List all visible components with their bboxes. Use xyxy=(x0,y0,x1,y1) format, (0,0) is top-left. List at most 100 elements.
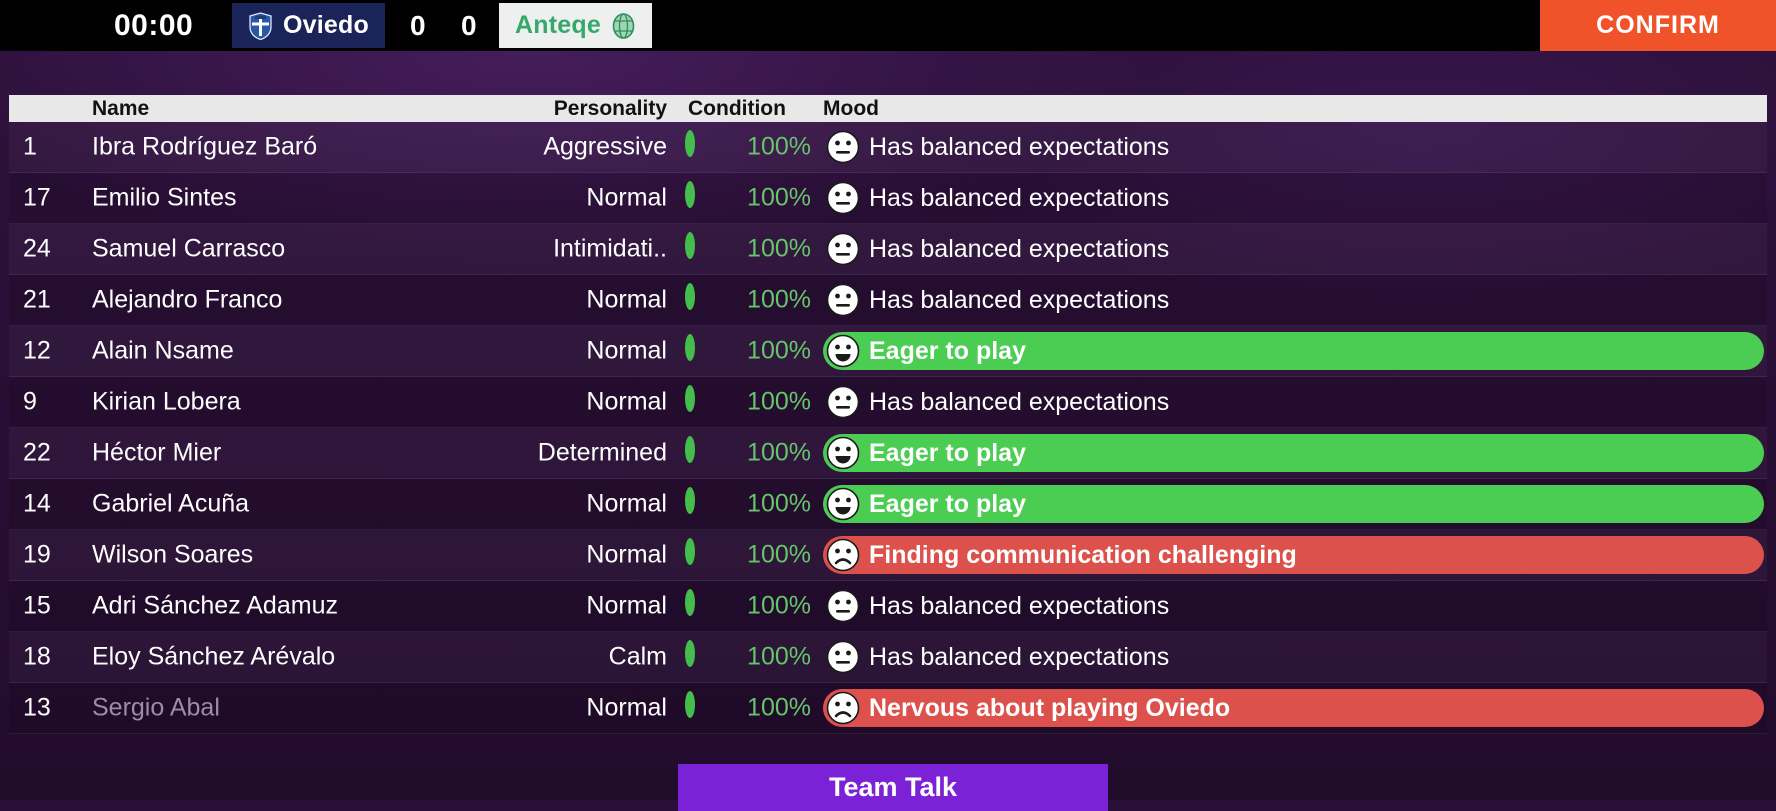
green-ring-icon xyxy=(685,691,709,720)
player-squad-number: 22 xyxy=(23,438,51,467)
player-condition: 100% xyxy=(747,438,811,467)
player-condition: 100% xyxy=(747,234,811,263)
player-name[interactable]: Alejandro Franco xyxy=(92,286,282,315)
player-name[interactable]: Héctor Mier xyxy=(92,439,221,468)
player-mood-label: Has balanced expectations xyxy=(869,387,1170,416)
match-clock: 00:00 xyxy=(114,8,194,42)
player-name[interactable]: Emilio Sintes xyxy=(92,184,237,213)
confirm-button[interactable]: CONFIRM xyxy=(1540,0,1776,51)
player-mood-pill[interactable]: Eager to play xyxy=(823,434,1764,472)
happy-face-icon xyxy=(826,436,860,470)
main-stage: Name Personality Condition Mood 1 Ibra Ro… xyxy=(0,51,1776,811)
table-row[interactable]: 15 Adri Sánchez Adamuz Normal 100% Has balan… xyxy=(9,581,1767,632)
player-condition: 100% xyxy=(747,489,811,518)
away-team-name: Anteqe xyxy=(515,11,601,39)
player-name[interactable]: Eloy Sánchez Arévalo xyxy=(92,643,335,672)
table-row[interactable]: 14 Gabriel Acuña Normal 100% Eager to play xyxy=(9,479,1767,530)
table-row[interactable]: 13 Sergio Abal Normal 100% Nervous about pla… xyxy=(9,683,1767,734)
squad-mood-table: Name Personality Condition Mood 1 Ibra Ro… xyxy=(9,95,1767,734)
player-squad-number: 24 xyxy=(23,234,51,263)
player-personality: Normal xyxy=(586,183,667,212)
green-ring-icon xyxy=(685,130,709,159)
happy-face-icon xyxy=(826,487,860,521)
table-body: 1 Ibra Rodríguez Baró Aggressive 100% Has ba… xyxy=(9,122,1767,734)
table-row[interactable]: 12 Alain Nsame Normal 100% Eager to play xyxy=(9,326,1767,377)
neutral-face-icon xyxy=(826,181,860,215)
green-ring-icon xyxy=(685,181,709,210)
player-name[interactable]: Adri Sánchez Adamuz xyxy=(92,592,338,621)
player-condition: 100% xyxy=(747,642,811,671)
oviedo-shield-badge-icon xyxy=(248,11,273,40)
player-mood-label: Has balanced expectations xyxy=(869,642,1170,671)
green-ring-icon xyxy=(685,436,709,465)
player-mood-pill[interactable]: Eager to play xyxy=(823,332,1764,370)
table-row[interactable]: 21 Alejandro Franco Normal 100% Has balanced… xyxy=(9,275,1767,326)
player-name[interactable]: Alain Nsame xyxy=(92,337,234,366)
neutral-face-icon xyxy=(826,232,860,266)
player-personality: Aggressive xyxy=(543,132,667,161)
table-row[interactable]: 18 Eloy Sánchez Arévalo Calm 100% Has balanc… xyxy=(9,632,1767,683)
player-name[interactable]: Ibra Rodríguez Baró xyxy=(92,133,317,162)
player-mood-label: Has balanced expectations xyxy=(869,591,1170,620)
player-mood-pill[interactable]: Has balanced expectations xyxy=(823,587,1187,625)
team-talk-button[interactable]: Team Talk xyxy=(678,764,1108,811)
player-condition: 100% xyxy=(747,693,811,722)
player-mood-label: Has balanced expectations xyxy=(869,285,1170,314)
green-ring-icon xyxy=(685,589,709,618)
player-squad-number: 14 xyxy=(23,489,51,518)
player-mood-label: Has balanced expectations xyxy=(869,183,1170,212)
player-personality: Normal xyxy=(586,693,667,722)
player-mood-pill[interactable]: Has balanced expectations xyxy=(823,230,1187,268)
neutral-face-icon xyxy=(826,283,860,317)
player-name[interactable]: Samuel Carrasco xyxy=(92,235,285,264)
green-ring-icon xyxy=(685,385,709,414)
player-personality: Normal xyxy=(586,387,667,416)
player-mood-pill[interactable]: Eager to play xyxy=(823,485,1764,523)
player-personality: Intimidati.. xyxy=(553,234,667,263)
green-ring-icon xyxy=(685,487,709,516)
player-mood-pill[interactable]: Has balanced expectations xyxy=(823,383,1187,421)
column-header-name: Name xyxy=(92,96,150,120)
player-condition: 100% xyxy=(747,591,811,620)
sad-face-icon xyxy=(826,538,860,572)
player-name[interactable]: Wilson Soares xyxy=(92,541,253,570)
player-squad-number: 21 xyxy=(23,285,51,314)
green-ring-icon xyxy=(685,334,709,363)
away-team-chip[interactable]: Anteqe xyxy=(499,3,652,48)
player-squad-number: 12 xyxy=(23,336,51,365)
column-header-personality: Personality xyxy=(553,96,667,120)
player-mood-label: Has balanced expectations xyxy=(869,132,1170,161)
player-name[interactable]: Sergio Abal xyxy=(92,694,220,723)
scoreboard-left: 00:00 Oviedo 0 0 Anteqe xyxy=(0,0,1540,51)
player-squad-number: 19 xyxy=(23,540,51,569)
player-name[interactable]: Gabriel Acuña xyxy=(92,490,249,519)
player-mood-label: Eager to play xyxy=(869,489,1026,518)
neutral-face-icon xyxy=(826,130,860,164)
home-team-chip[interactable]: Oviedo xyxy=(232,3,385,48)
neutral-face-icon xyxy=(826,589,860,623)
anteqe-circle-badge-icon xyxy=(611,12,636,39)
player-mood-pill[interactable]: Has balanced expectations xyxy=(823,179,1187,217)
player-mood-pill[interactable]: Finding communication challenging xyxy=(823,536,1764,574)
table-row[interactable]: 1 Ibra Rodríguez Baró Aggressive 100% Has ba… xyxy=(9,122,1767,173)
table-row[interactable]: 24 Samuel Carrasco Intimidati.. 100% Has bal… xyxy=(9,224,1767,275)
player-mood-label: Finding communication challenging xyxy=(869,540,1297,569)
player-condition: 100% xyxy=(747,183,811,212)
table-row[interactable]: 17 Emilio Sintes Normal 100% Has balanced ex… xyxy=(9,173,1767,224)
player-mood-pill[interactable]: Has balanced expectations xyxy=(823,638,1187,676)
table-row[interactable]: 22 Héctor Mier Determined 100% Eager to play xyxy=(9,428,1767,479)
table-row[interactable]: 19 Wilson Soares Normal 100% Finding communi… xyxy=(9,530,1767,581)
home-team-name: Oviedo xyxy=(283,11,369,39)
player-mood-pill[interactable]: Has balanced expectations xyxy=(823,281,1187,319)
green-ring-icon xyxy=(685,283,709,312)
player-condition: 100% xyxy=(747,132,811,161)
player-name[interactable]: Kirian Lobera xyxy=(92,388,241,417)
player-condition: 100% xyxy=(747,285,811,314)
player-mood-label: Eager to play xyxy=(869,438,1026,467)
player-mood-pill[interactable]: Has balanced expectations xyxy=(823,128,1187,166)
player-personality: Calm xyxy=(608,642,667,671)
player-personality: Normal xyxy=(586,336,667,365)
player-mood-label: Nervous about playing Oviedo xyxy=(869,693,1231,722)
player-mood-pill[interactable]: Nervous about playing Oviedo xyxy=(823,689,1764,727)
table-row[interactable]: 9 Kirian Lobera Normal 100% Has balanced exp… xyxy=(9,377,1767,428)
